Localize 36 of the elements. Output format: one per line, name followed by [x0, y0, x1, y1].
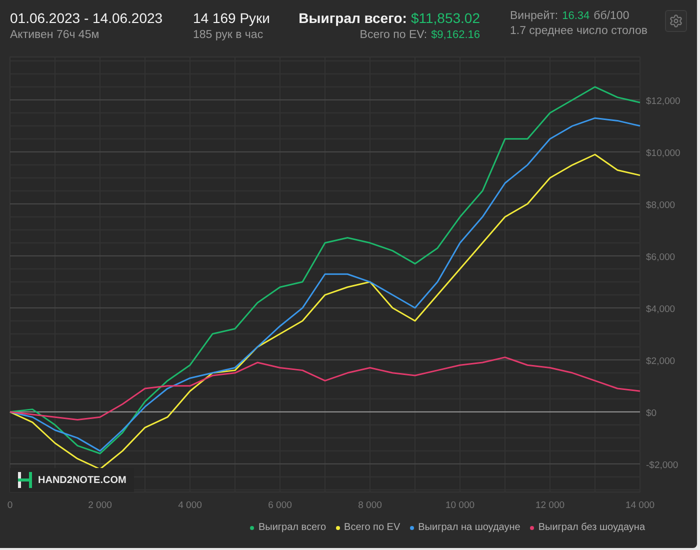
logo-text: HAND2NOTE.COM: [38, 474, 126, 486]
legend-item[interactable]: Выиграл на шоудауне: [410, 522, 520, 533]
y-axis-label: -$2,000: [646, 460, 678, 471]
x-axis-label: 12 000: [535, 500, 565, 511]
x-axis-label: 0: [7, 500, 13, 511]
won-total-value: $11,853.02: [410, 10, 480, 26]
avg-tables: 1.7 среднее число столов: [510, 25, 648, 37]
y-axis-label: $2,000: [646, 356, 676, 367]
x-axis-label: 2 000: [88, 500, 112, 511]
hands-count: 14 169 Руки: [193, 10, 270, 26]
legend-item[interactable]: Всего по EV: [336, 522, 400, 533]
x-axis-label: 4 000: [178, 500, 202, 511]
winrate-label: Винрейт:: [510, 10, 558, 22]
x-axis-label: 10 000: [445, 500, 475, 511]
x-axis-label: 8 000: [358, 500, 382, 511]
ev-total-value: $9,162.16: [431, 29, 480, 41]
x-axis-label: 14 000: [625, 500, 655, 511]
y-axis-label: $0: [646, 408, 657, 419]
winrate-value: 16.34: [562, 10, 590, 22]
legend-item[interactable]: Выиграл всего: [250, 522, 326, 533]
legend-item[interactable]: Выиграл без шоудауна: [530, 522, 645, 533]
y-axis-label: $10,000: [646, 148, 680, 159]
x-axis-label: 6 000: [268, 500, 292, 511]
ev-total-label: Всего по EV:: [360, 29, 428, 41]
hands-per-hour: 185 рук в час: [193, 29, 264, 41]
y-axis-label: $4,000: [646, 304, 676, 315]
date-range: 01.06.2023 - 14.06.2023: [10, 10, 163, 26]
winrate-unit: бб/100: [594, 10, 630, 22]
y-axis-label: $12,000: [646, 96, 680, 107]
gear-icon: [669, 14, 683, 28]
logo-icon: [18, 472, 32, 488]
y-axis-label: $8,000: [646, 200, 676, 211]
active-time: Активен 76ч 45м: [10, 29, 100, 41]
y-axis-label: $6,000: [646, 252, 676, 263]
won-total-label: Выиграл всего:: [298, 10, 407, 26]
settings-button[interactable]: [665, 10, 687, 32]
